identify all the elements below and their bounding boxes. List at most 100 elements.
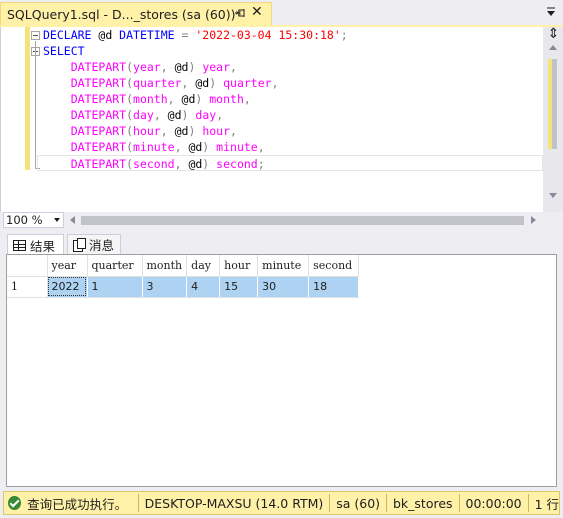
status-server: DESKTOP-MAXSU (14.0 RTM) (144, 495, 324, 511)
changed-lines-marker (25, 27, 30, 170)
code-token: DATEPART (70, 124, 127, 138)
code-line[interactable]: DATEPART(minute, @d) minute, (43, 139, 543, 155)
code-line[interactable]: DATEPART(day, @d) day, (43, 107, 543, 123)
code-token: DATEPART (70, 60, 127, 74)
code-text[interactable]: DECLARE @d DATETIME = '2022-03-04 15:30:… (37, 27, 543, 171)
code-token: second (216, 157, 258, 171)
code-token: month (133, 92, 168, 106)
column-header[interactable]: second (308, 255, 360, 277)
scroll-up-arrow-icon[interactable] (549, 45, 557, 50)
grid-icon (13, 239, 26, 251)
code-token: , (174, 140, 182, 154)
outline-line (35, 41, 36, 169)
code-line[interactable]: DATEPART(month, @d) month, (43, 91, 543, 107)
code-token: , (230, 60, 237, 74)
collapse-declare-icon[interactable] (31, 31, 40, 40)
document-tab-title: SQLQuery1.sql - D..._stores (sa (60))* (7, 7, 242, 22)
row-number[interactable]: 1 (7, 276, 48, 298)
code-token: @d (167, 124, 189, 138)
split-editor-icon[interactable]: ⇕ (546, 27, 561, 42)
code-line[interactable]: DATEPART(year, @d) year, (43, 59, 543, 75)
code-token: day (133, 108, 154, 122)
horizontal-scroll-thumb[interactable] (81, 216, 524, 225)
code-token: year (202, 60, 231, 74)
grid-cell[interactable]: 3 (142, 276, 188, 298)
code-token: ; (257, 157, 265, 171)
tab-results-label: 结果 (30, 238, 56, 254)
code-token: year (133, 60, 161, 74)
code-line[interactable]: DATEPART(second, @d) second; (37, 155, 543, 171)
sql-editor[interactable]: DECLARE @d DATETIME = '2022-03-04 15:30:… (0, 27, 563, 212)
code-token: @d (174, 92, 196, 106)
code-token: , (216, 108, 224, 122)
grid-cell[interactable]: 15 (219, 276, 259, 298)
code-token: DATEPART (70, 140, 127, 154)
code-token: minute (216, 140, 258, 154)
table-row[interactable]: 1 2022 1 3 4 15 30 18 (7, 276, 360, 298)
code-token: hour (202, 124, 231, 138)
tab-messages[interactable]: 消息 (67, 234, 121, 255)
grid-cell[interactable]: 4 (186, 276, 221, 298)
code-line[interactable]: DATEPART(quarter, @d) quarter, (43, 75, 543, 91)
code-token: day (195, 108, 217, 122)
status-divider (137, 494, 139, 512)
grid-cell[interactable]: 30 (257, 276, 310, 298)
results-tab-bar: 结果 消息 (0, 232, 563, 255)
code-token: ( (126, 124, 134, 138)
scroll-left-arrow-icon[interactable] (70, 216, 75, 224)
tab-results[interactable]: 结果 (7, 234, 64, 255)
grid-cell[interactable]: 1 (87, 276, 143, 298)
status-bar: 查询已成功执行。 DESKTOP-MAXSU (14.0 RTM) sa (60… (3, 491, 560, 515)
code-line[interactable]: DATEPART(hour, @d) hour, (43, 123, 543, 139)
code-token: '2022-03-04 15:30:18' (195, 28, 341, 42)
tab-list-dropdown-icon[interactable] (545, 6, 557, 18)
column-header[interactable]: year (47, 255, 88, 277)
code-token: minute (133, 140, 175, 154)
close-tab-icon[interactable]: ✕ (251, 4, 263, 20)
code-token: , (271, 76, 279, 90)
code-token: DECLARE (43, 28, 92, 42)
document-tab[interactable]: SQLQuery1.sql - D..._stores (sa (60))* ✕ (0, 2, 272, 26)
code-token: DATEPART (70, 92, 127, 106)
change-map-marker (548, 59, 552, 149)
code-line[interactable]: DECLARE @d DATETIME = '2022-03-04 15:30:… (43, 27, 543, 43)
code-token: , (174, 157, 182, 171)
column-header[interactable]: day (186, 255, 221, 277)
scroll-down-arrow-icon[interactable] (549, 193, 557, 198)
code-token: second (133, 157, 175, 171)
column-header[interactable]: quarter (87, 255, 143, 277)
code-token: @d (181, 140, 203, 154)
code-token: @d (91, 28, 120, 42)
code-line[interactable]: SELECT (43, 43, 543, 59)
pin-icon[interactable] (233, 6, 247, 20)
grid-cell[interactable]: 2022 (47, 276, 88, 298)
code-token: DATETIME (119, 28, 175, 42)
column-header[interactable]: minute (257, 255, 310, 277)
code-token: month (209, 92, 244, 106)
scroll-right-arrow-icon[interactable] (531, 216, 536, 224)
code-token: ( (126, 157, 134, 171)
status-divider (458, 494, 460, 512)
zoom-dropdown[interactable]: 100 % (3, 212, 64, 228)
code-token: quarter (223, 76, 272, 90)
zoom-value: 100 % (6, 213, 43, 227)
code-token: @d (181, 157, 203, 171)
code-token: , (257, 140, 265, 154)
code-token: @d (167, 60, 189, 74)
row-number-header[interactable] (7, 255, 48, 277)
column-header[interactable]: hour (219, 255, 259, 277)
column-header[interactable]: month (142, 255, 188, 277)
status-elapsed: 00:00:00 (465, 495, 522, 511)
vertical-scrollbar[interactable]: ⇕ (543, 27, 563, 212)
document-tab-bar: SQLQuery1.sql - D..._stores (sa (60))* ✕ (0, 0, 563, 26)
code-token: , (167, 92, 175, 106)
results-grid[interactable]: year quarter month day hour minute secon… (7, 255, 360, 298)
status-rows: 1 行 (534, 496, 560, 512)
grid-cell[interactable]: 18 (308, 276, 360, 298)
results-grid-area[interactable]: year quarter month day hour minute secon… (6, 254, 557, 487)
status-divider (386, 494, 387, 512)
